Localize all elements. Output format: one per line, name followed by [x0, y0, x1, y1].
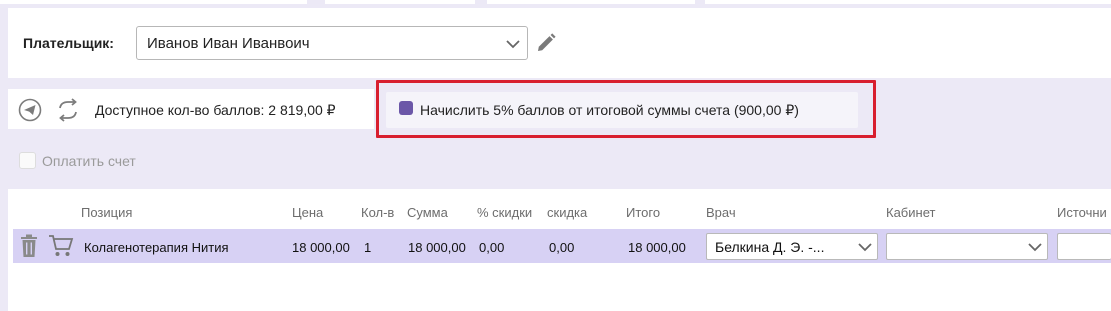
- top-fragment: [0, 0, 307, 4]
- row-sum: 18 000,00: [408, 240, 466, 255]
- cart-icon[interactable]: [48, 234, 74, 263]
- pay-bill-label: Оплатить счет: [42, 153, 136, 169]
- doctor-select-value: Белкина Д. Э. -...: [715, 239, 825, 255]
- header-price: Цена: [292, 205, 324, 220]
- top-fragment: [487, 0, 695, 4]
- source-select[interactable]: [1057, 233, 1111, 260]
- chevron-down-icon[interactable]: [505, 36, 521, 57]
- row-price: 18 000,00: [292, 240, 350, 255]
- header-discount: скидка: [547, 205, 588, 220]
- trash-icon[interactable]: [19, 234, 39, 263]
- pay-bill-checkbox[interactable]: [19, 152, 36, 169]
- cabinet-select[interactable]: [886, 233, 1048, 260]
- pencil-icon[interactable]: [535, 32, 557, 59]
- top-fragment: [705, 0, 1111, 4]
- doctor-select[interactable]: Белкина Д. Э. -...: [706, 233, 878, 260]
- refresh-icon[interactable]: [55, 97, 81, 128]
- row-discount: 0,00: [549, 240, 575, 255]
- header-doctor: Врач: [706, 205, 736, 220]
- row-position: Колагенотерапия Нития: [84, 240, 229, 255]
- available-points: Доступное кол-во баллов: 2 819,00 ₽: [95, 102, 336, 118]
- chevron-down-icon[interactable]: [1027, 239, 1043, 260]
- header-total: Итого: [626, 205, 661, 220]
- payer-label: Плательщик:: [23, 35, 114, 51]
- highlight-annotation: [376, 80, 876, 138]
- row-total: 18 000,00: [628, 240, 686, 255]
- header-sum: Сумма: [407, 205, 448, 220]
- header-source: Источни: [1057, 205, 1107, 220]
- top-fragment: [325, 0, 475, 4]
- row-discount-pct: 0,00: [479, 240, 505, 255]
- telegram-icon[interactable]: [18, 98, 42, 127]
- row-qty: 1: [364, 240, 372, 255]
- header-qty: Кол-в: [361, 205, 395, 220]
- payer-select[interactable]: Иванов Иван Иванвоич: [136, 26, 528, 60]
- header-position: Позиция: [81, 205, 133, 220]
- payer-select-value: Иванов Иван Иванвоич: [147, 35, 310, 52]
- header-cabinet: Кабинет: [886, 205, 936, 220]
- chevron-down-icon[interactable]: [857, 239, 873, 260]
- header-discount-pct: % скидки: [477, 205, 533, 220]
